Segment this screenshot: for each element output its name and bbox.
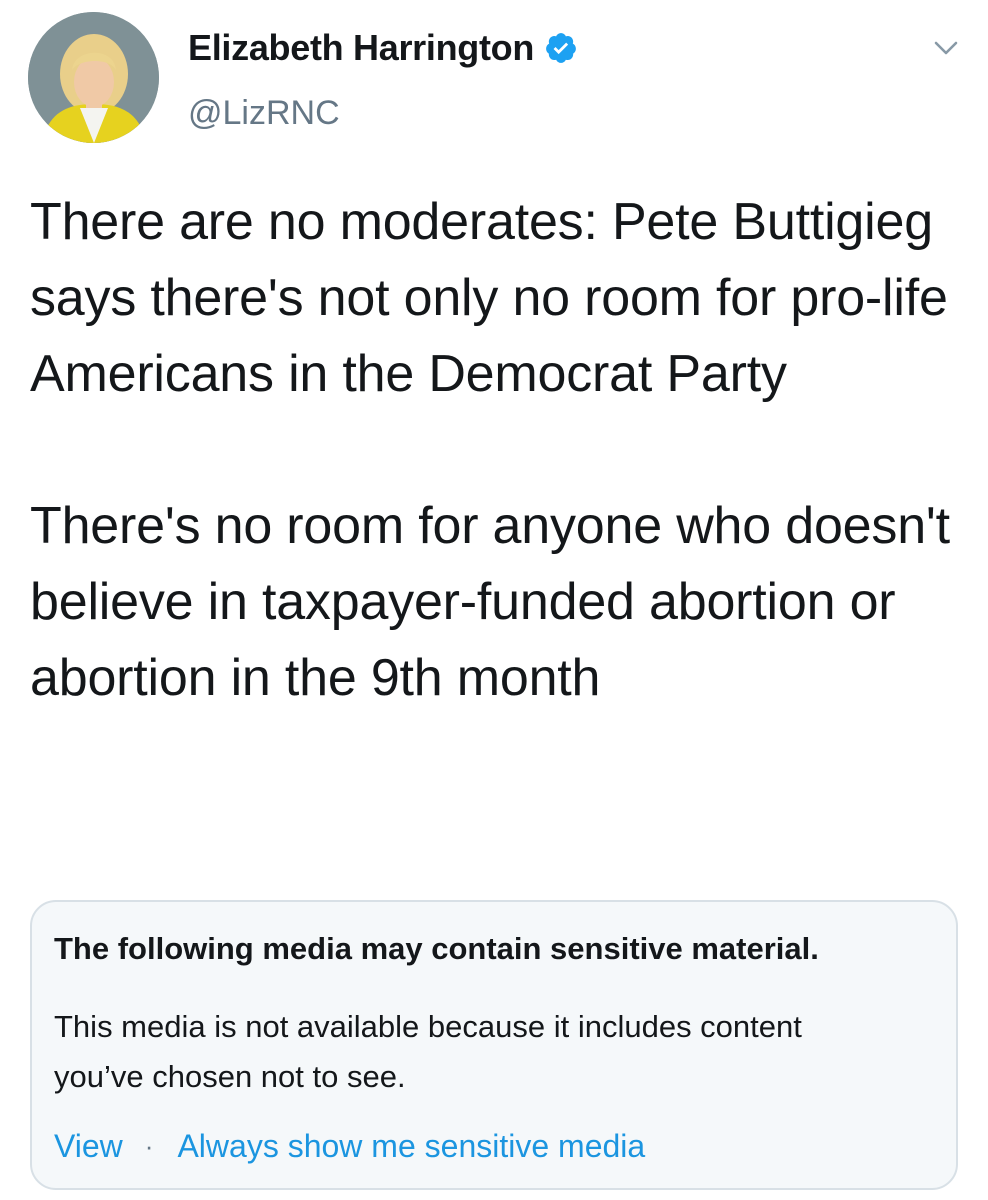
avatar[interactable] — [28, 12, 159, 143]
view-media-link[interactable]: View — [54, 1124, 123, 1168]
tweet-paragraph: There's no room for anyone who doesn't b… — [30, 497, 950, 707]
author-handle[interactable]: @LizRNC — [188, 92, 340, 134]
avatar-image — [28, 12, 159, 143]
tweet-text: There are no moderates: Pete Buttigieg s… — [30, 184, 960, 716]
notice-actions: View · Always show me sensitive media — [54, 1124, 645, 1168]
sensitive-media-notice: The following media may contain sensitiv… — [30, 900, 958, 1190]
verified-badge-icon — [546, 33, 576, 63]
tweet-menu-button[interactable] — [926, 32, 966, 64]
notice-body: This media is not available because it i… — [54, 1009, 802, 1094]
notice-title: The following media may contain sensitiv… — [54, 931, 819, 966]
separator-dot: · — [144, 1131, 154, 1161]
author-display-name[interactable]: Elizabeth Harrington — [188, 26, 534, 70]
always-show-sensitive-media-link[interactable]: Always show me sensitive media — [177, 1124, 645, 1168]
tweet-paragraph: There are no moderates: Pete Buttigieg s… — [30, 193, 948, 403]
chevron-down-icon — [934, 41, 958, 55]
author-name-row[interactable]: Elizabeth Harrington — [188, 26, 578, 70]
